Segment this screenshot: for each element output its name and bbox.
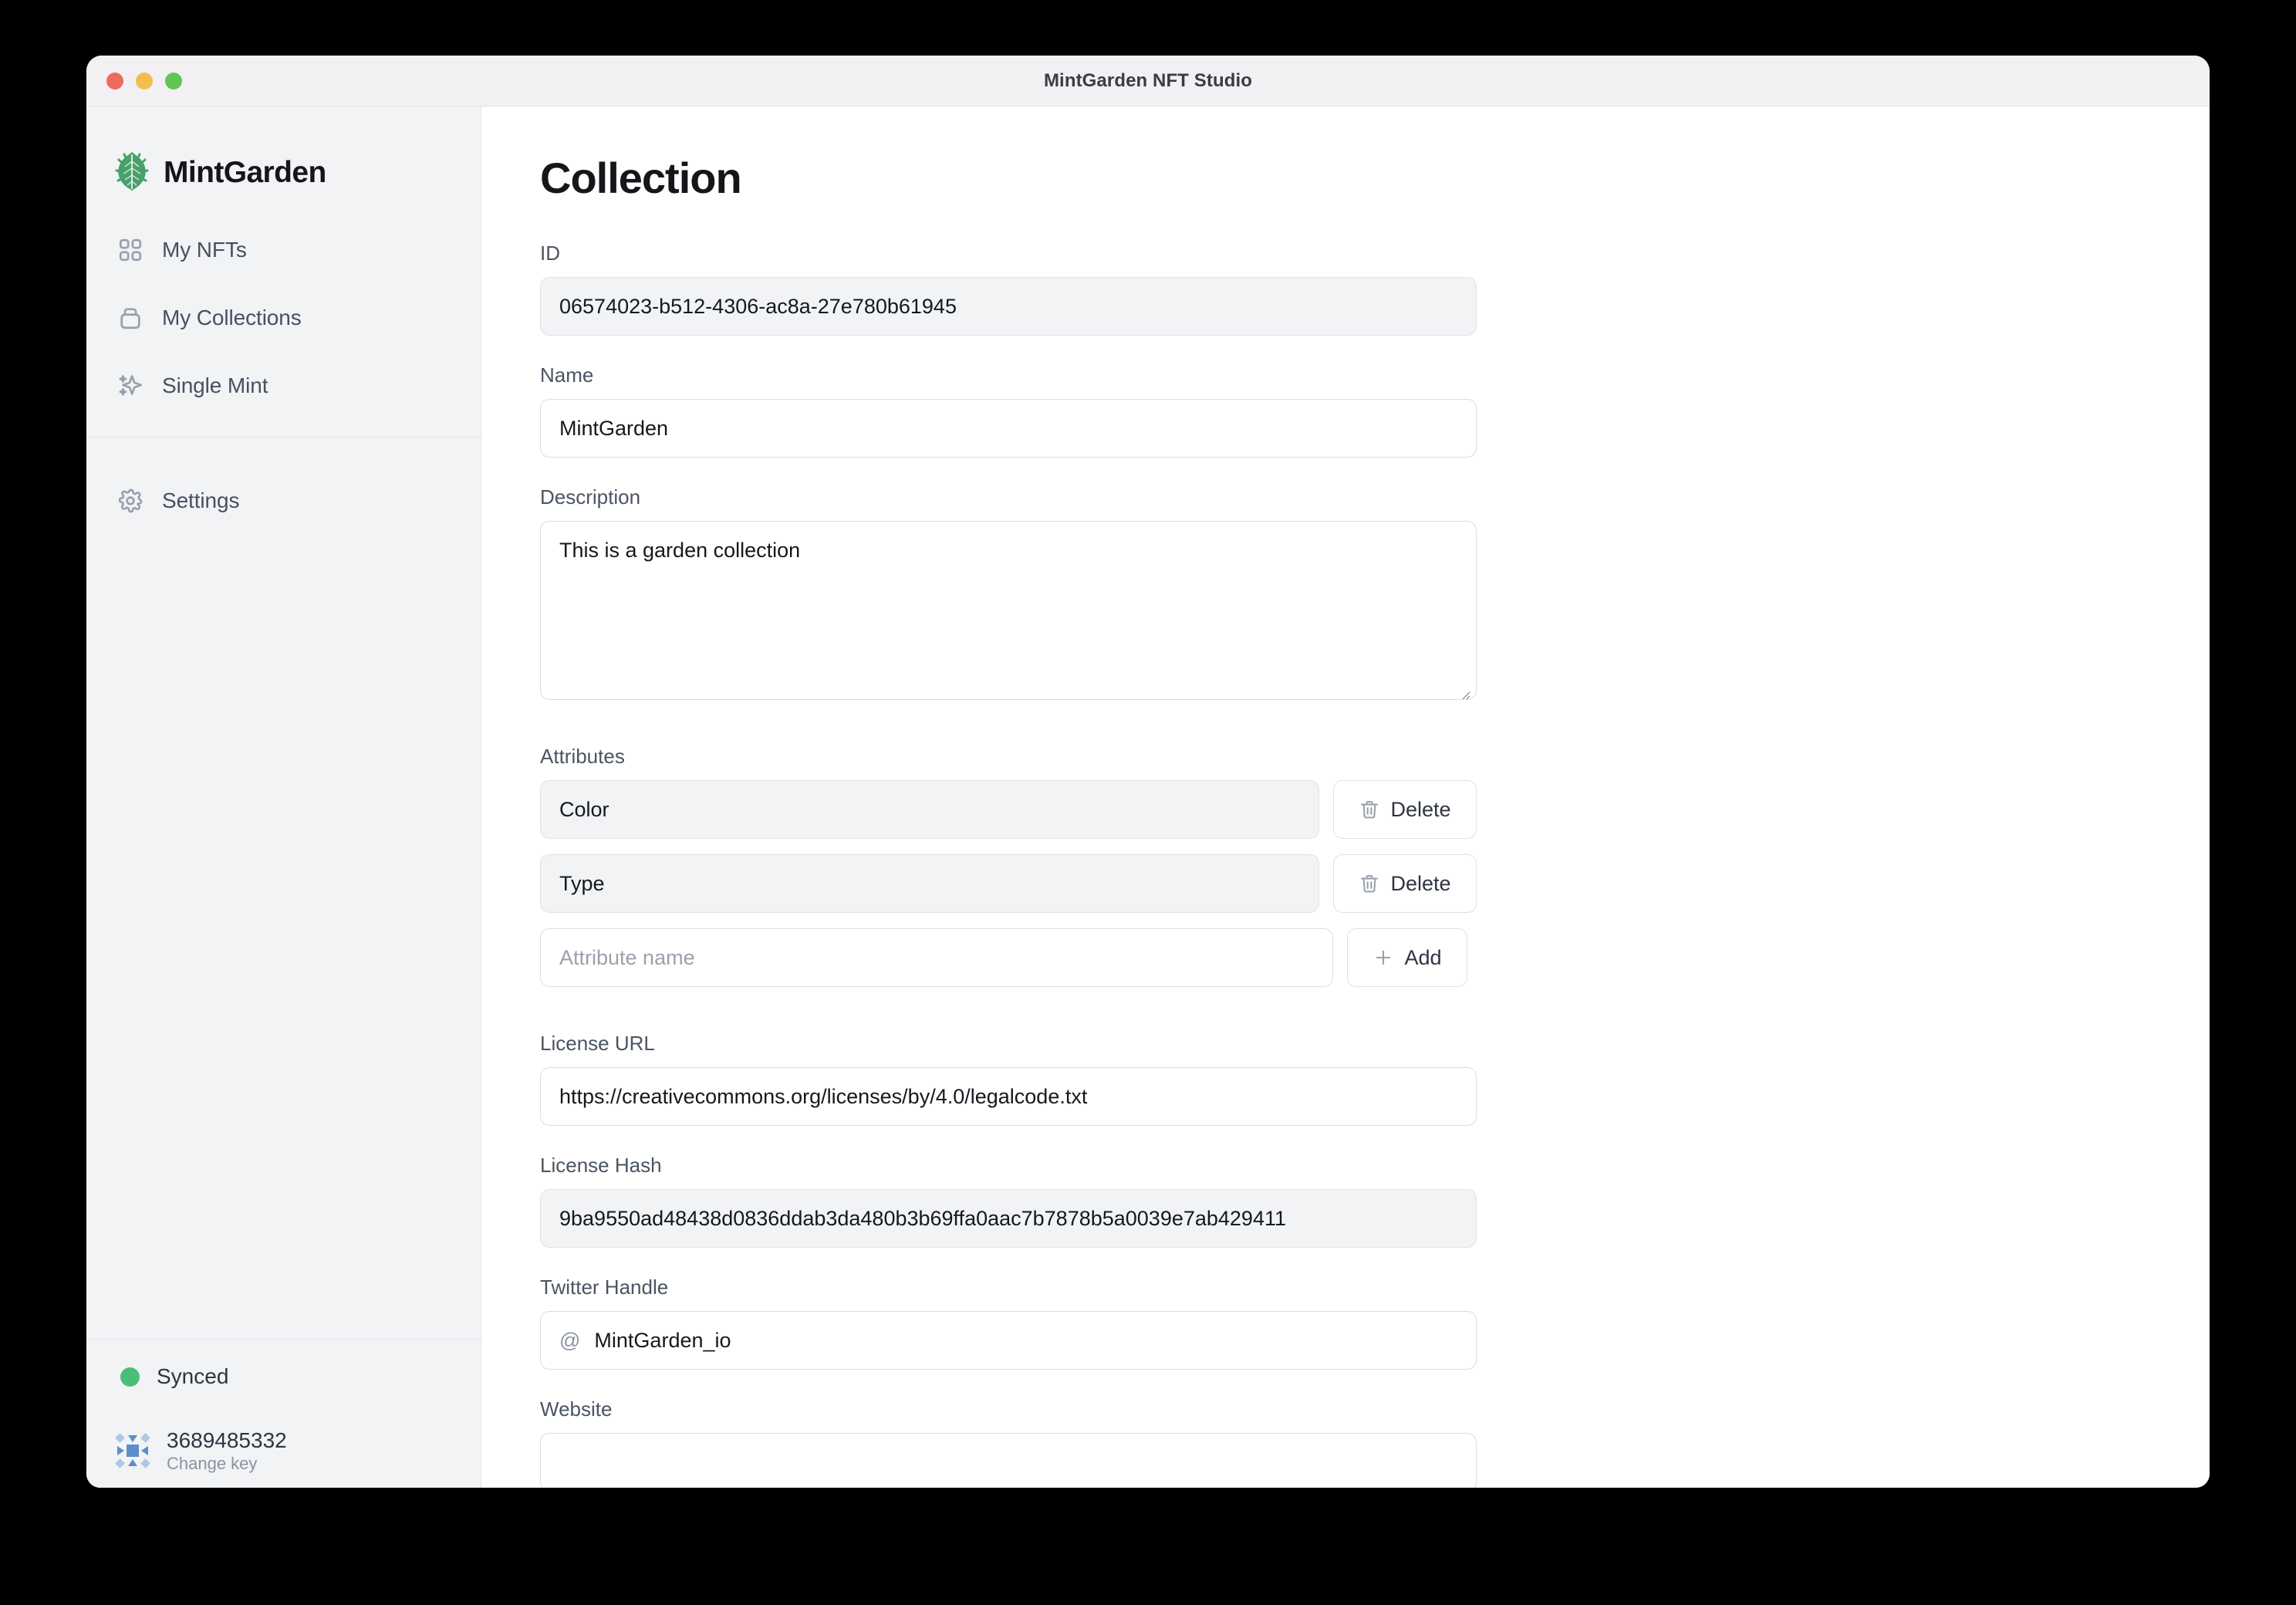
field-label: ID	[540, 242, 560, 265]
maximize-window-button[interactable]	[165, 72, 182, 90]
field-license-hash: License Hash 9ba9550ad48438d0836ddab3da4…	[540, 1154, 2210, 1248]
new-attribute-row: Attribute name Add	[540, 928, 2210, 987]
name-input-value: MintGarden	[559, 416, 669, 440]
license-hash-value: 9ba9550ad48438d0836ddab3da480b3b69ffa0aa…	[559, 1206, 1286, 1230]
close-window-button[interactable]	[106, 72, 123, 90]
field-id: ID 06574023-b512-4306-ac8a-27e780b61945	[540, 242, 2210, 336]
license-url-value: https://creativecommons.org/licenses/by/…	[559, 1084, 1088, 1108]
name-input[interactable]: MintGarden	[540, 399, 1477, 458]
field-label: Website	[540, 1397, 613, 1421]
attribute-row: Type Delete	[540, 854, 2210, 913]
wallet-key-id: 3689485332	[167, 1428, 287, 1452]
field-label: Description	[540, 485, 641, 509]
sidebar-item-label: Single Mint	[162, 373, 268, 397]
field-label: License Hash	[540, 1154, 662, 1177]
plus-icon	[1373, 947, 1394, 968]
delete-attribute-button[interactable]: Delete	[1333, 780, 1477, 839]
add-attribute-label: Add	[1404, 945, 1442, 969]
collection-form: Collection ID 06574023-b512-4306-ac8a-27…	[481, 106, 2210, 1488]
traffic-light-controls	[106, 72, 182, 90]
window-body: MintGarden My NFTs My Collections Single…	[86, 106, 2210, 1488]
delete-attribute-label: Delete	[1390, 871, 1451, 895]
description-value: This is a garden collection	[559, 539, 801, 562]
app-window: MintGarden NFT Studio MintGarden My NFTs…	[86, 56, 2210, 1488]
description-textarea[interactable]: This is a garden collection	[540, 521, 1477, 700]
attribute-name-input[interactable]: Type	[540, 854, 1319, 913]
field-label: Name	[540, 363, 594, 387]
sparkles-icon	[116, 371, 145, 400]
attribute-value: Color	[559, 797, 609, 821]
attribute-name-input[interactable]: Color	[540, 780, 1319, 839]
field-attributes: Attributes Color Delete Type Delete Attr…	[540, 745, 2210, 987]
id-input[interactable]: 06574023-b512-4306-ac8a-27e780b61945	[540, 277, 1477, 336]
key-text-block: 3689485332 Change key	[167, 1428, 287, 1472]
field-description: Description This is a garden collection	[540, 485, 2210, 700]
license-url-input[interactable]: https://creativecommons.org/licenses/by/…	[540, 1067, 1477, 1126]
twitter-handle-value: MintGarden_io	[594, 1328, 731, 1352]
brand-logo-block: MintGarden	[86, 106, 481, 205]
delete-attribute-label: Delete	[1390, 797, 1451, 821]
license-hash-input[interactable]: 9ba9550ad48438d0836ddab3da480b3b69ffa0aa…	[540, 1189, 1477, 1248]
sidebar-footer: Synced 3689485332 Change key	[86, 1339, 481, 1488]
field-website: Website	[540, 1397, 2210, 1488]
attribute-value: Type	[559, 871, 605, 895]
field-label: Attributes	[540, 745, 625, 768]
minimize-window-button[interactable]	[136, 72, 153, 90]
main-content: Collection ID 06574023-b512-4306-ac8a-27…	[481, 106, 2210, 1488]
brand-name: MintGarden	[164, 156, 326, 189]
sync-status-indicator-icon	[120, 1367, 140, 1387]
field-license-url: License URL https://creativecommons.org/…	[540, 1032, 2210, 1126]
change-key-row[interactable]: 3689485332 Change key	[86, 1414, 481, 1488]
window-titlebar: MintGarden NFT Studio	[86, 56, 2210, 106]
mint-leaf-icon	[115, 151, 149, 195]
window-title: MintGarden NFT Studio	[1043, 69, 1253, 91]
delete-attribute-button[interactable]: Delete	[1333, 854, 1477, 913]
gear-icon	[116, 486, 145, 515]
resize-handle-icon[interactable]	[1458, 681, 1470, 700]
sidebar-item-my-collections[interactable]: My Collections	[86, 284, 481, 352]
sidebar: MintGarden My NFTs My Collections Single…	[86, 106, 481, 1488]
twitter-handle-input[interactable]: @ MintGarden_io	[540, 1311, 1477, 1370]
sidebar-item-label: My NFTs	[162, 238, 247, 262]
add-attribute-button[interactable]: Add	[1347, 928, 1467, 987]
field-twitter-handle: Twitter Handle @ MintGarden_io	[540, 1276, 2210, 1370]
collection-box-icon	[116, 303, 145, 333]
identicon-avatar	[114, 1432, 151, 1469]
sidebar-nav-primary: My NFTs My Collections Single Mint	[86, 205, 481, 420]
sync-status-row: Synced	[86, 1340, 481, 1414]
attribute-row: Color Delete	[540, 780, 2210, 839]
sidebar-item-single-mint[interactable]: Single Mint	[86, 352, 481, 420]
sidebar-item-label: Settings	[162, 488, 240, 512]
field-label: Twitter Handle	[540, 1276, 669, 1299]
field-name: Name MintGarden	[540, 363, 2210, 458]
sidebar-item-label: My Collections	[162, 306, 302, 329]
grid-icon	[116, 235, 145, 265]
trash-icon	[1359, 873, 1380, 894]
trash-icon	[1359, 799, 1380, 820]
sidebar-item-settings[interactable]: Settings	[86, 467, 481, 535]
at-symbol-icon: @	[559, 1328, 581, 1352]
change-key-label[interactable]: Change key	[167, 1455, 287, 1472]
id-input-value: 06574023-b512-4306-ac8a-27e780b61945	[559, 294, 957, 318]
status-badge: Synced	[157, 1364, 229, 1388]
sidebar-item-my-nfts[interactable]: My NFTs	[86, 216, 481, 284]
new-attribute-placeholder: Attribute name	[559, 945, 695, 969]
sidebar-nav-secondary: Settings	[86, 438, 481, 535]
new-attribute-input[interactable]: Attribute name	[540, 928, 1333, 987]
field-label: License URL	[540, 1032, 655, 1055]
website-input[interactable]	[540, 1433, 1477, 1488]
page-title: Collection	[540, 154, 742, 202]
